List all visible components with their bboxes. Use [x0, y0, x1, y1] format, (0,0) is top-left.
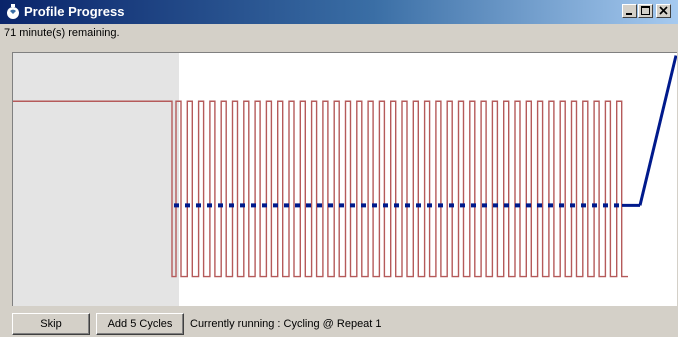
close-button[interactable]: [656, 4, 671, 18]
bottom-bar: Skip Add 5 Cycles Currently running : Cy…: [0, 309, 678, 337]
app-icon: [6, 4, 20, 20]
time-remaining: 71 minute(s) remaining.: [4, 27, 120, 39]
profile-progress-window: Profile Progress 71 minute(s) remaining.…: [0, 0, 678, 337]
maximize-button[interactable]: [638, 4, 653, 18]
profile-chart: [12, 52, 677, 306]
running-status: Currently running : Cycling @ Repeat 1: [190, 318, 382, 330]
skip-button[interactable]: Skip: [12, 313, 90, 335]
minimize-button[interactable]: [622, 4, 637, 18]
actual-ramp-line: [638, 55, 677, 206]
window-title: Profile Progress: [24, 4, 125, 19]
add-cycles-button[interactable]: Add 5 Cycles: [96, 313, 184, 335]
title-bar[interactable]: Profile Progress: [0, 0, 678, 24]
completed-region: [13, 53, 179, 306]
